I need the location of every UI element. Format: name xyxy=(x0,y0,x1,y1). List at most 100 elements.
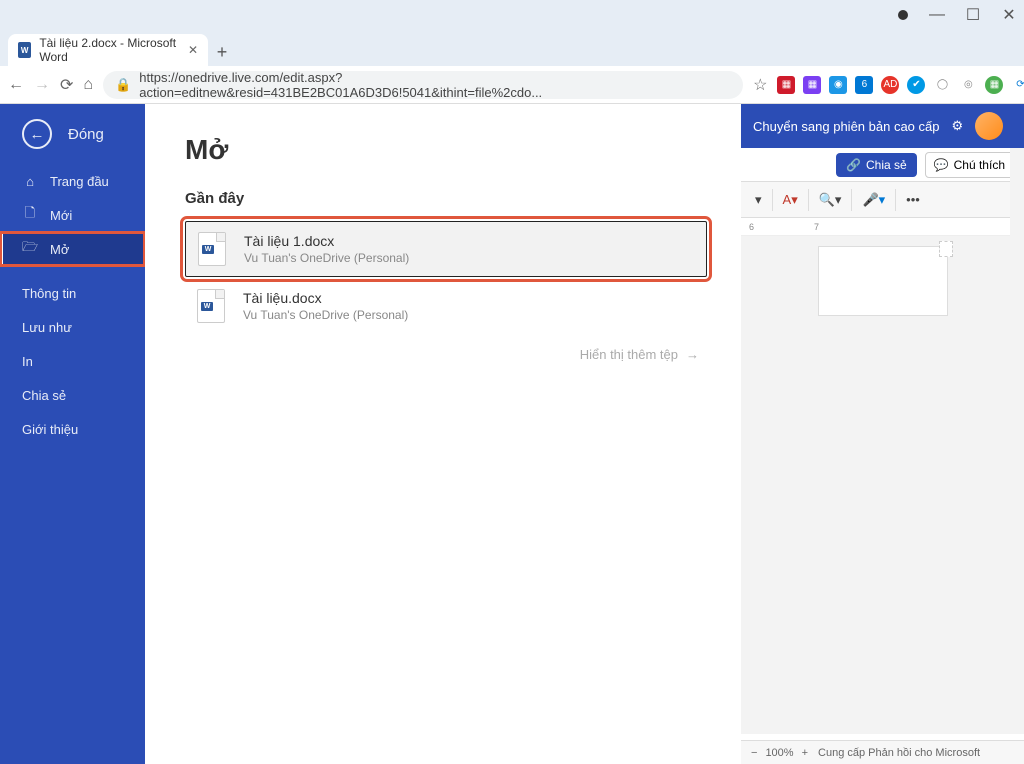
ribbon-tools: ▾ A▾ 🔍▾ 🎤▾ ••• xyxy=(741,182,1024,218)
divider xyxy=(851,189,852,211)
zoom-out-icon[interactable]: − xyxy=(751,747,757,759)
url-text: https://onedrive.live.com/edit.aspx?acti… xyxy=(139,70,731,100)
back-button[interactable]: ← xyxy=(8,75,24,95)
backstage-close-button[interactable]: ← Đóng xyxy=(0,104,145,164)
file-location: Vu Tuan's OneDrive (Personal) xyxy=(244,251,409,265)
new-tab-button[interactable]: + xyxy=(208,38,236,66)
extension-icons: ▦ ▦ ◉ 6 AD ✔ ◯ ◎ ▦ ⟳ ✦ ☺ ⋮ xyxy=(777,76,1024,94)
sidebar-label: Giới thiệu xyxy=(22,422,78,437)
home-button[interactable]: ⌂ xyxy=(83,75,93,95)
sidebar-label: Lưu như xyxy=(22,320,72,335)
ext-icon-5[interactable]: AD xyxy=(881,76,899,94)
forward-button[interactable]: → xyxy=(34,75,50,95)
ribbon-actions: 🔗 Chia sẻ 💬 Chú thích xyxy=(741,148,1024,182)
backstage-main: Mở Gần đây W Tài liệu 1.docx Vu Tuan's O… xyxy=(145,104,741,764)
recent-file-row[interactable]: W Tài liệu 1.docx Vu Tuan's OneDrive (Pe… xyxy=(185,221,707,277)
profile-dot-icon xyxy=(898,10,908,20)
sidebar-label: In xyxy=(22,354,33,369)
share-label: Chia sẻ xyxy=(866,158,907,172)
dictate-tool[interactable]: 🎤▾ xyxy=(856,188,891,212)
minimize-button[interactable]: — xyxy=(930,8,944,22)
word-file-icon: W xyxy=(198,232,226,266)
more-tools[interactable]: ••• xyxy=(900,188,926,211)
sidebar-label: Trang đầu xyxy=(50,174,109,189)
comment-button[interactable]: 💬 Chú thích xyxy=(925,152,1014,178)
user-avatar[interactable] xyxy=(975,112,1003,140)
comment-icon: 💬 xyxy=(934,158,949,172)
lock-icon: 🔒 xyxy=(115,77,131,93)
sidebar-item-saveas[interactable]: Lưu như xyxy=(0,310,145,344)
ruler-mark: 7 xyxy=(814,222,819,232)
status-bar: − 100% + Cung cấp Phản hồi cho Microsoft xyxy=(741,740,1024,764)
sidebar-item-print[interactable]: In xyxy=(0,344,145,378)
close-label: Đóng xyxy=(68,126,104,143)
recent-section-header: Gần đây xyxy=(185,190,707,207)
document-icon: 🗋 xyxy=(22,207,38,223)
ext-icon-4[interactable]: 6 xyxy=(855,76,873,94)
backstage-sidebar: ← Đóng ⌂ Trang đầu 🗋 Mới 🗁 Mở Thông tin … xyxy=(0,104,145,764)
find-tool[interactable]: 🔍▾ xyxy=(813,188,848,212)
tab-title: Tài liệu 2.docx - Microsoft Word xyxy=(39,36,180,64)
feedback-link[interactable]: Cung cấp Phản hồi cho Microsoft xyxy=(818,747,980,759)
file-name: Tài liệu 1.docx xyxy=(244,233,409,249)
backstage-title: Mở xyxy=(185,134,707,166)
file-location: Vu Tuan's OneDrive (Personal) xyxy=(243,308,408,322)
bookmark-star-icon[interactable]: ☆ xyxy=(753,75,767,95)
vertical-scrollbar[interactable] xyxy=(1010,148,1024,734)
sidebar-item-home[interactable]: ⌂ Trang đầu xyxy=(0,164,145,198)
back-arrow-icon: ← xyxy=(22,119,52,149)
dropdown-tool[interactable]: ▾ xyxy=(749,188,768,212)
browser-tabstrip: W Tài liệu 2.docx - Microsoft Word ✕ + xyxy=(0,30,1024,66)
sidebar-label: Thông tin xyxy=(22,286,76,301)
ext-icon-2[interactable]: ▦ xyxy=(803,76,821,94)
file-name: Tài liệu.docx xyxy=(243,290,408,306)
sidebar-label: Chia sẻ xyxy=(22,388,66,403)
arrow-right-icon: → xyxy=(686,347,699,362)
show-more-files-link[interactable]: Hiển thị thêm tệp → xyxy=(185,335,707,374)
sidebar-label: Mới xyxy=(50,208,72,223)
sidebar-item-new[interactable]: 🗋 Mới xyxy=(0,198,145,232)
app-header: Chuyển sang phiên bản cao cấp ⚙ xyxy=(741,104,1024,148)
sidebar-item-about[interactable]: Giới thiệu xyxy=(0,412,145,446)
ext-icon-3[interactable]: ◉ xyxy=(829,76,847,94)
ext-icon-9[interactable]: ▦ xyxy=(985,76,1003,94)
upgrade-link[interactable]: Chuyển sang phiên bản cao cấp xyxy=(753,119,939,134)
zoom-value: 100% xyxy=(765,747,793,759)
zoom-control[interactable]: − 100% + xyxy=(751,747,808,759)
share-icon: 🔗 xyxy=(846,158,861,172)
comment-label: Chú thích xyxy=(954,158,1005,172)
recent-file-row[interactable]: W Tài liệu.docx Vu Tuan's OneDrive (Pers… xyxy=(185,279,707,333)
document-page[interactable] xyxy=(818,246,948,316)
divider xyxy=(895,189,896,211)
sidebar-label: Mở xyxy=(50,242,69,257)
sidebar-item-open[interactable]: 🗁 Mở xyxy=(0,232,145,266)
font-color-tool[interactable]: A▾ xyxy=(777,188,804,212)
browser-tab[interactable]: W Tài liệu 2.docx - Microsoft Word ✕ xyxy=(8,34,208,66)
share-button[interactable]: 🔗 Chia sẻ xyxy=(836,153,917,177)
maximize-button[interactable]: ☐ xyxy=(966,8,980,22)
ext-icon-1[interactable]: ▦ xyxy=(777,76,795,94)
ext-icon-8[interactable]: ◎ xyxy=(959,76,977,94)
zoom-in-icon[interactable]: + xyxy=(802,747,808,759)
document-canvas[interactable] xyxy=(741,236,1024,734)
close-window-button[interactable]: ✕ xyxy=(1002,8,1016,22)
close-tab-icon[interactable]: ✕ xyxy=(188,43,198,57)
ext-icon-10[interactable]: ⟳ xyxy=(1011,76,1024,94)
word-favicon-icon: W xyxy=(18,42,31,58)
sidebar-item-info[interactable]: Thông tin xyxy=(0,276,145,310)
home-icon: ⌂ xyxy=(22,173,38,189)
divider xyxy=(808,189,809,211)
url-input[interactable]: 🔒 https://onedrive.live.com/edit.aspx?ac… xyxy=(103,71,743,99)
reload-button[interactable]: ⟳ xyxy=(60,75,73,95)
ext-icon-7[interactable]: ◯ xyxy=(933,76,951,94)
browser-urlbar: ← → ⟳ ⌂ 🔒 https://onedrive.live.com/edit… xyxy=(0,66,1024,104)
ext-icon-6[interactable]: ✔ xyxy=(907,76,925,94)
folder-open-icon: 🗁 xyxy=(22,241,38,257)
sidebar-item-share[interactable]: Chia sẻ xyxy=(0,378,145,412)
divider xyxy=(772,189,773,211)
settings-gear-icon[interactable]: ⚙ xyxy=(951,118,963,134)
ruler-mark: 6 xyxy=(749,222,754,232)
show-more-label: Hiển thị thêm tệp xyxy=(580,347,678,362)
ruler: 6 7 xyxy=(741,218,1024,236)
window-titlebar: — ☐ ✕ xyxy=(0,0,1024,30)
